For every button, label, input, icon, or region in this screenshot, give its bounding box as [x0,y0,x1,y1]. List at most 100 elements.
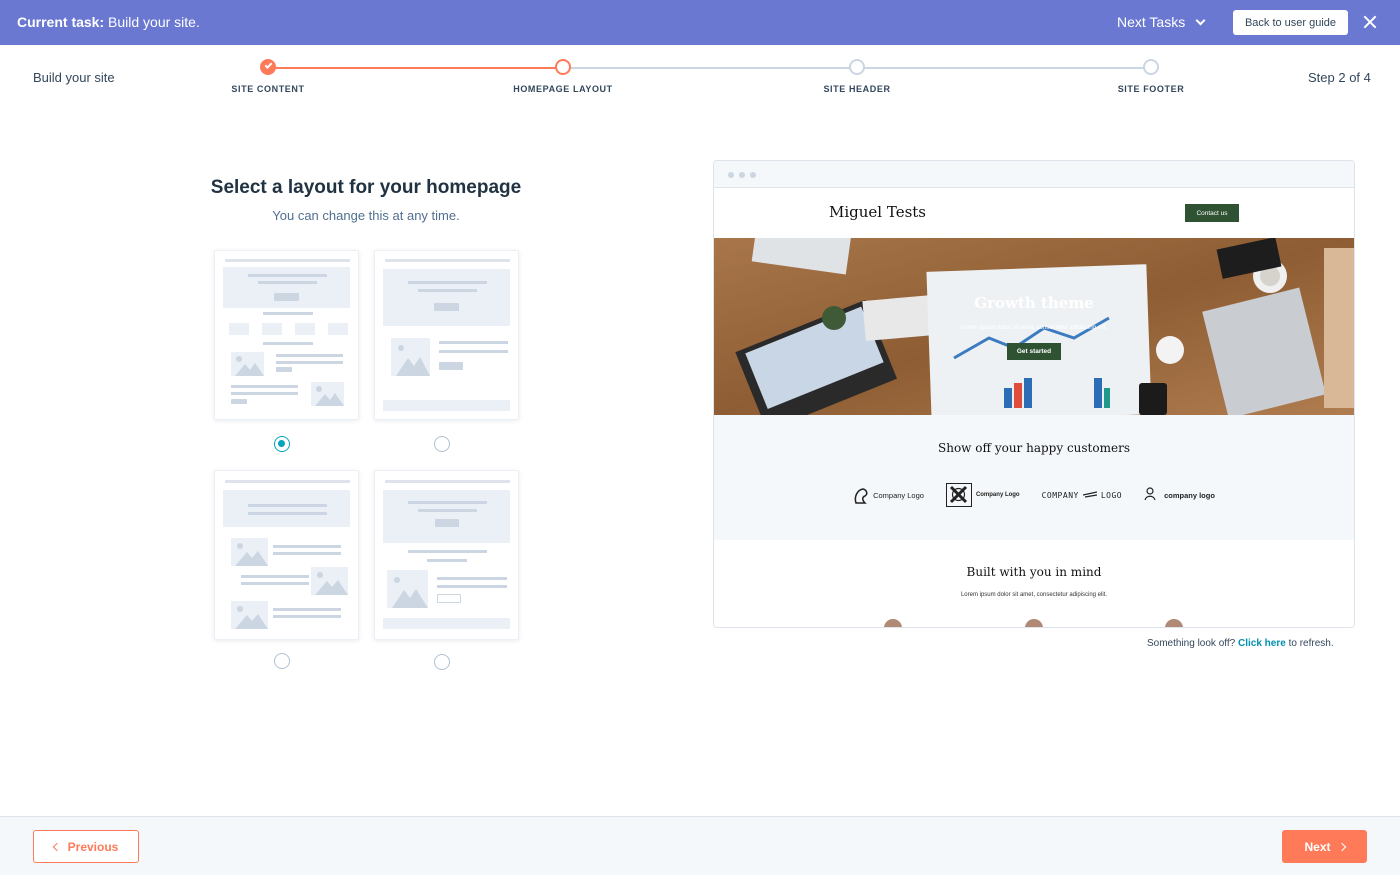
task-prefix: Current task: [17,14,105,30]
wireframe-line [437,585,507,588]
wireframe-hero [383,269,510,326]
wireframe-nav [225,480,350,483]
previous-label: Previous [67,839,119,854]
check-icon [264,61,273,69]
preview-built-section: Built with you in mind Lorem ipsum dolor… [714,540,1354,627]
avatar [1165,619,1183,627]
wireframe-line [437,577,507,580]
progress-track-complete [268,67,563,69]
wireframe-line [408,550,487,553]
task-text: Build your site. [104,14,200,30]
layout-option-1[interactable] [214,250,359,420]
preview-built-subtitle: Lorem ipsum dolor sit amet, consectetur … [960,592,1108,598]
wireframe-nav [385,259,510,262]
layout-option-4-radio[interactable] [434,654,450,670]
wireframe-button [276,367,292,372]
wireframe-footer [383,618,510,629]
x-badge-logo-icon [945,483,972,507]
preview-site-name: Miguel Tests [829,203,927,221]
company-logo-3-text-b: LOGO [1100,490,1123,500]
previous-button[interactable]: Previous [33,830,139,863]
company-logo-1-text: Company Logo [873,490,924,500]
company-logo-4-text: company logo [1164,490,1215,500]
wireframe-logo [229,323,249,335]
page-title: Select a layout for your homepage [210,177,522,198]
wireframe-nav [385,480,510,483]
step-label-site-header: SITE HEADER [823,84,891,94]
layout-option-1-radio[interactable] [274,436,290,452]
preview-customers-section: Show off your happy customers Company Lo… [714,415,1354,540]
next-label: Next [1304,839,1331,854]
wireframe-line [258,281,317,284]
preview-hero-subtitle: Lorem ipsum dolor sit amet, consectetur … [960,325,1108,331]
back-to-user-guide-button[interactable]: Back to user guide [1233,10,1348,35]
wireframe-line [263,312,313,315]
step-dot-site-footer[interactable] [1143,59,1159,75]
refresh-suffix: to refresh. [1285,638,1334,649]
wireframe-line [427,559,467,562]
layout-option-2-radio[interactable] [434,436,450,452]
wireframe-line [248,512,327,515]
step-dot-homepage-layout[interactable] [555,59,571,75]
step-count: Step 2 of 4 [1308,70,1371,85]
preview-hero-title: Growth theme [974,294,1094,312]
step-dot-site-header[interactable] [849,59,865,75]
step-label-site-content: SITE CONTENT [231,84,305,94]
layout-option-4[interactable] [374,470,519,640]
image-placeholder-icon [387,570,428,608]
wireframe-logo [262,323,282,335]
close-icon[interactable] [1362,13,1378,31]
refresh-link[interactable]: Click here [1238,638,1286,649]
wireframe-line [418,509,477,512]
wireframe-line [439,341,508,344]
wireframe-line [241,582,309,585]
next-tasks-label: Next Tasks [1117,14,1186,30]
wireframe-line [263,342,313,345]
wireframe-line [231,392,298,395]
wireframe-line [408,281,487,284]
next-tasks-dropdown[interactable]: Next Tasks [1117,14,1206,30]
company-logo-3-text-a: COMPANY [1041,490,1079,500]
avatar [1025,619,1043,627]
wing-logo-icon [1082,491,1097,498]
chevron-right-icon [1337,842,1346,851]
preview-site-header: Miguel Tests Contact us [714,188,1354,238]
wireframe-line [276,361,343,364]
step-dot-site-content[interactable] [260,59,276,75]
window-dot-icon [739,172,745,178]
step-label-site-footer: SITE FOOTER [1117,84,1185,94]
wireframe-line [273,608,341,611]
homepage-preview: Miguel Tests Contact us Growth theme Lor… [713,160,1355,628]
image-placeholder-icon [231,352,264,376]
wireframe-hero [223,490,350,527]
wireframe-line [418,289,477,292]
preview-logo-row: Company Logo Company Logo COMPANY LOGO c… [714,483,1354,507]
wireframe-button [231,399,247,404]
image-placeholder-icon [391,338,430,376]
wizard-footer: Previous Next [0,816,1400,875]
preview-get-started-button: Get started [1007,343,1061,360]
wireframe-footer [383,400,510,411]
image-placeholder-icon [231,538,268,566]
refresh-note: Something look off? Click here to refres… [1147,638,1334,649]
wireframe-button [274,293,299,301]
wireframe-line [248,504,327,507]
wireframe-line [408,501,487,504]
image-placeholder-icon [311,567,348,595]
current-task: Current task: Build your site. [17,14,200,30]
preview-built-title: Built with you in mind [966,565,1102,579]
wireframe-button [434,303,459,311]
lion-logo-icon [853,487,869,504]
preview-customers-title: Show off your happy customers [938,441,1130,455]
layout-option-3[interactable] [214,470,359,640]
preview-hero: Growth theme Lorem ipsum dolor sit amet,… [714,238,1354,415]
window-dot-icon [728,172,734,178]
company-logo-3: COMPANY LOGO [1042,491,1122,500]
layout-option-2[interactable] [374,250,519,420]
layout-option-3-radio[interactable] [274,653,290,669]
wireframe-line [439,350,508,353]
wireframe-button [437,594,461,603]
wireframe-line [273,552,341,555]
task-bar: Current task: Build your site. Next Task… [0,0,1400,45]
next-button[interactable]: Next [1282,830,1367,863]
